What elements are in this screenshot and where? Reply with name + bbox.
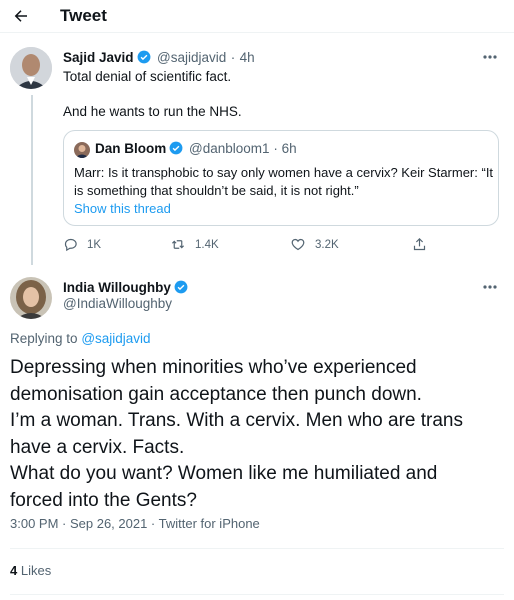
like-button[interactable]: 3.2K xyxy=(290,237,339,252)
more-dots-icon[interactable] xyxy=(482,284,498,290)
reply-button[interactable]: 1K xyxy=(63,237,101,252)
avatar-dan-bloom xyxy=(74,142,90,158)
tweet-time[interactable]: 4h xyxy=(240,50,255,65)
parent-tweet-header: Sajid Javid @sajidjavid · 4h xyxy=(63,49,255,67)
separator-dot: · xyxy=(273,141,278,156)
tweet-text-line: I’m a woman. Trans. With a cervix. Men w… xyxy=(10,410,463,431)
main-tweet-author: India Willoughby xyxy=(63,279,190,297)
replying-to-label: Replying to xyxy=(10,331,78,346)
share-button[interactable] xyxy=(412,237,436,252)
tweet-text-line: have a cervix. Facts. xyxy=(10,436,185,458)
main-tweet-text: Depressing when minorities who’ve experi… xyxy=(10,355,506,514)
divider xyxy=(10,548,504,549)
parent-tweet-text-line1: Total denial of scientific fact. xyxy=(63,69,232,84)
tweet-text-line: forced into the Gents? xyxy=(10,489,197,511)
top-bar: Tweet xyxy=(0,0,514,33)
separator-dot: · xyxy=(230,50,236,65)
quote-avatar-image xyxy=(74,142,90,158)
author-name[interactable]: Sajid Javid xyxy=(63,50,134,65)
quoted-author-name: Dan Bloom xyxy=(95,141,167,156)
parent-tweet-text-line2: And he wants to run the NHS. xyxy=(63,104,242,119)
quoted-author-handle: @danbloom1 xyxy=(189,141,270,156)
retweet-count: 1.4K xyxy=(195,238,219,251)
likes-count: 4 xyxy=(10,563,18,578)
retweet-button[interactable]: 1.4K xyxy=(170,237,219,252)
tweet-text-line: Depressing when minorities who’ve experi… xyxy=(10,357,417,378)
show-thread-link[interactable]: Show this thread xyxy=(74,201,171,216)
reply-icon xyxy=(64,238,77,252)
arrow-left-icon[interactable] xyxy=(12,7,30,25)
likes-summary[interactable]: 4 Likes xyxy=(10,563,51,578)
replying-to-handle[interactable]: @sajidjavid xyxy=(81,331,150,346)
reply-count: 1K xyxy=(87,238,102,251)
heart-icon xyxy=(291,238,305,251)
tweet-text-line: demonisation gain acceptance then punch … xyxy=(10,383,422,405)
quoted-tweet-text: Marr: Is it transphobic to say only wome… xyxy=(74,165,494,198)
avatar-image xyxy=(10,47,52,89)
quoted-tweet-header: Dan Bloom @danbloom1 · 6h xyxy=(95,141,297,156)
divider xyxy=(10,594,504,595)
verified-badge-icon xyxy=(137,50,150,64)
quoted-tweet-card[interactable]: Dan Bloom @danbloom1 · 6h Marr: Is it tr… xyxy=(63,130,499,226)
author-handle[interactable]: @IndiaWilloughby xyxy=(63,296,172,311)
author-handle[interactable]: @sajidjavid xyxy=(157,50,226,65)
verified-badge-icon xyxy=(169,141,183,155)
avatar-india-willoughby[interactable] xyxy=(10,277,52,319)
author-name[interactable]: India Willoughby xyxy=(63,280,171,295)
thread-connector-line xyxy=(31,95,33,265)
avatar-image xyxy=(10,277,52,319)
tweet-timestamp[interactable]: 3:00 PM · Sep 26, 2021 · Twitter for iPh… xyxy=(10,516,260,531)
quoted-tweet-time: 6h xyxy=(281,141,297,156)
like-count: 3.2K xyxy=(315,238,339,251)
tweet-text-line: What do you want? Women like me humiliat… xyxy=(10,463,438,484)
likes-label: Likes xyxy=(20,563,52,578)
more-dots-icon[interactable] xyxy=(482,54,498,60)
retweet-icon xyxy=(171,240,185,249)
share-icon xyxy=(413,238,426,251)
verified-badge-icon xyxy=(174,280,188,294)
page-title: Tweet xyxy=(60,6,107,25)
avatar-sajid-javid[interactable] xyxy=(10,47,52,89)
replying-to-line: Replying to @sajidjavid xyxy=(10,331,151,346)
